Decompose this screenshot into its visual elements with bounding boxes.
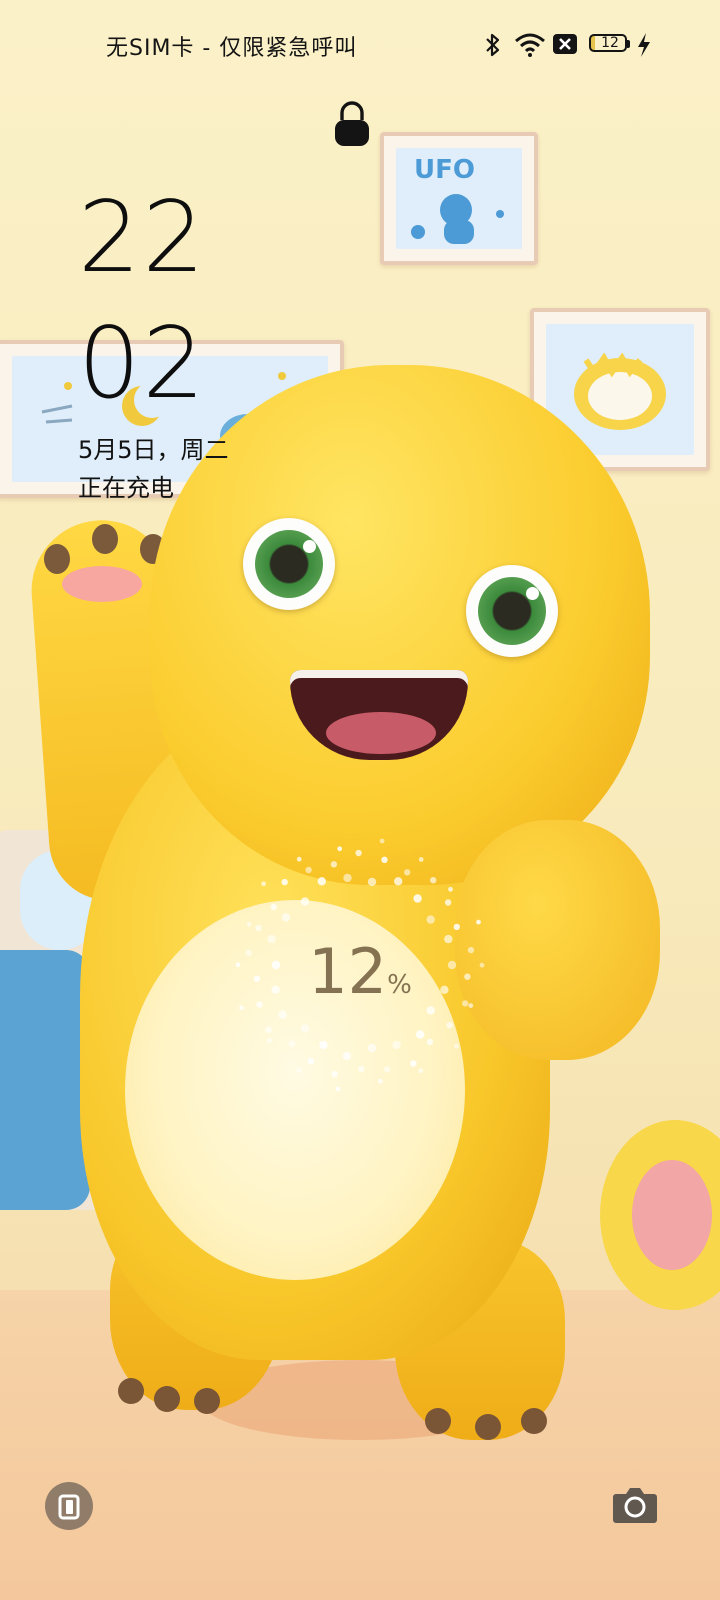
bluetooth-icon <box>486 33 500 57</box>
charging-dot <box>358 1065 365 1073</box>
charging-dot <box>418 857 424 862</box>
charging-percent-label: 12% <box>230 935 490 1008</box>
charging-dot <box>404 869 411 876</box>
charging-bolt-icon <box>638 33 650 57</box>
charging-dot <box>335 1086 341 1092</box>
charging-dot <box>342 1051 352 1061</box>
charging-dot <box>265 1026 272 1033</box>
right-leg-toe <box>425 1408 451 1434</box>
charging-dot <box>476 919 481 925</box>
character-tongue <box>326 712 436 754</box>
charging-dot <box>394 877 403 886</box>
charging-dot <box>367 1043 377 1053</box>
charging-dot <box>331 1070 338 1078</box>
charging-dot <box>392 1040 401 1050</box>
wallet-card-icon <box>58 1494 80 1520</box>
right-leg-toe <box>475 1414 501 1440</box>
wall-frame-ufo-picture: UFO <box>396 148 522 249</box>
charging-dot <box>267 1038 272 1044</box>
carrier-status-text: 无SIM卡 - 仅限紧急呼叫 <box>106 36 358 61</box>
charging-dot <box>384 1066 391 1073</box>
left-leg-toe <box>154 1386 180 1412</box>
charging-dot <box>426 1038 434 1046</box>
character-paw-pad <box>62 566 142 602</box>
status-bar: 无SIM卡 - 仅限紧急呼叫 12 <box>0 0 720 90</box>
no-sim-icon <box>553 34 577 54</box>
charging-dot <box>430 877 437 884</box>
charging-dot <box>367 877 377 887</box>
charging-dot <box>418 1068 424 1074</box>
left-leg-toe <box>118 1378 144 1404</box>
charging-dot <box>300 897 310 906</box>
left-eye-glint <box>303 540 316 553</box>
charging-dot <box>355 849 362 857</box>
charging-indicator: 12% <box>230 835 490 1095</box>
right-leg-toe <box>521 1408 547 1434</box>
charging-dot <box>377 1078 383 1084</box>
charging-dot <box>281 878 288 886</box>
charging-dot <box>410 1060 417 1067</box>
charging-dot <box>246 922 252 927</box>
charging-dot <box>448 886 453 892</box>
right-eye-glint <box>526 587 539 600</box>
charging-dot <box>416 1030 425 1039</box>
wallet-card-shortcut-button[interactable] <box>45 1482 93 1530</box>
wall-frame-ufo: UFO <box>380 132 538 265</box>
charging-dot <box>281 913 291 922</box>
charging-dot <box>426 915 435 924</box>
battery-level-text: 12 <box>601 35 619 51</box>
charging-dot <box>319 1040 328 1050</box>
ufo-alien-illustration: UFO <box>411 155 504 244</box>
wallpaper-quilt <box>0 950 90 1210</box>
charging-dot <box>330 861 338 868</box>
svg-text:UFO: UFO <box>414 155 475 185</box>
lock-icon[interactable] <box>333 100 371 148</box>
charging-dot <box>270 903 277 911</box>
character-right-eye <box>466 565 558 657</box>
wifi-icon <box>515 33 545 57</box>
charging-dot <box>317 877 326 886</box>
character-claw <box>44 544 70 574</box>
charging-dot <box>337 846 343 852</box>
charging-dot <box>381 856 388 863</box>
character-left-eye <box>243 518 335 610</box>
floor-ring-hole <box>632 1160 712 1270</box>
charging-status-text: 正在充电 <box>78 474 174 502</box>
charging-percent-unit: % <box>387 970 412 1000</box>
clock-hour: 22 <box>78 181 207 295</box>
charging-dot <box>454 1043 459 1049</box>
charging-dot <box>379 838 385 844</box>
charging-dot <box>413 894 422 903</box>
charging-dot <box>300 1024 310 1033</box>
charging-dot <box>261 881 266 887</box>
charging-dot <box>444 899 452 906</box>
charging-dot <box>307 1058 315 1065</box>
charging-dot <box>255 924 262 932</box>
charging-dot <box>288 1040 296 1047</box>
charging-dot <box>296 856 302 862</box>
charging-dot <box>305 866 312 874</box>
character-claw <box>92 524 118 554</box>
charging-dot <box>446 1022 453 1029</box>
clock-minute: 02 <box>78 307 207 421</box>
battery-icon: 12 <box>589 34 627 52</box>
left-leg-toe <box>194 1388 220 1414</box>
date-text: 5月5日，周二 <box>78 436 229 464</box>
charging-dot <box>296 1068 302 1073</box>
battery-nub <box>627 40 630 48</box>
charging-dot <box>343 873 352 883</box>
charging-dot <box>278 1010 287 1019</box>
charging-percent-number: 12 <box>308 935 388 1008</box>
charging-dot <box>453 923 460 931</box>
camera-icon[interactable] <box>612 1484 658 1524</box>
